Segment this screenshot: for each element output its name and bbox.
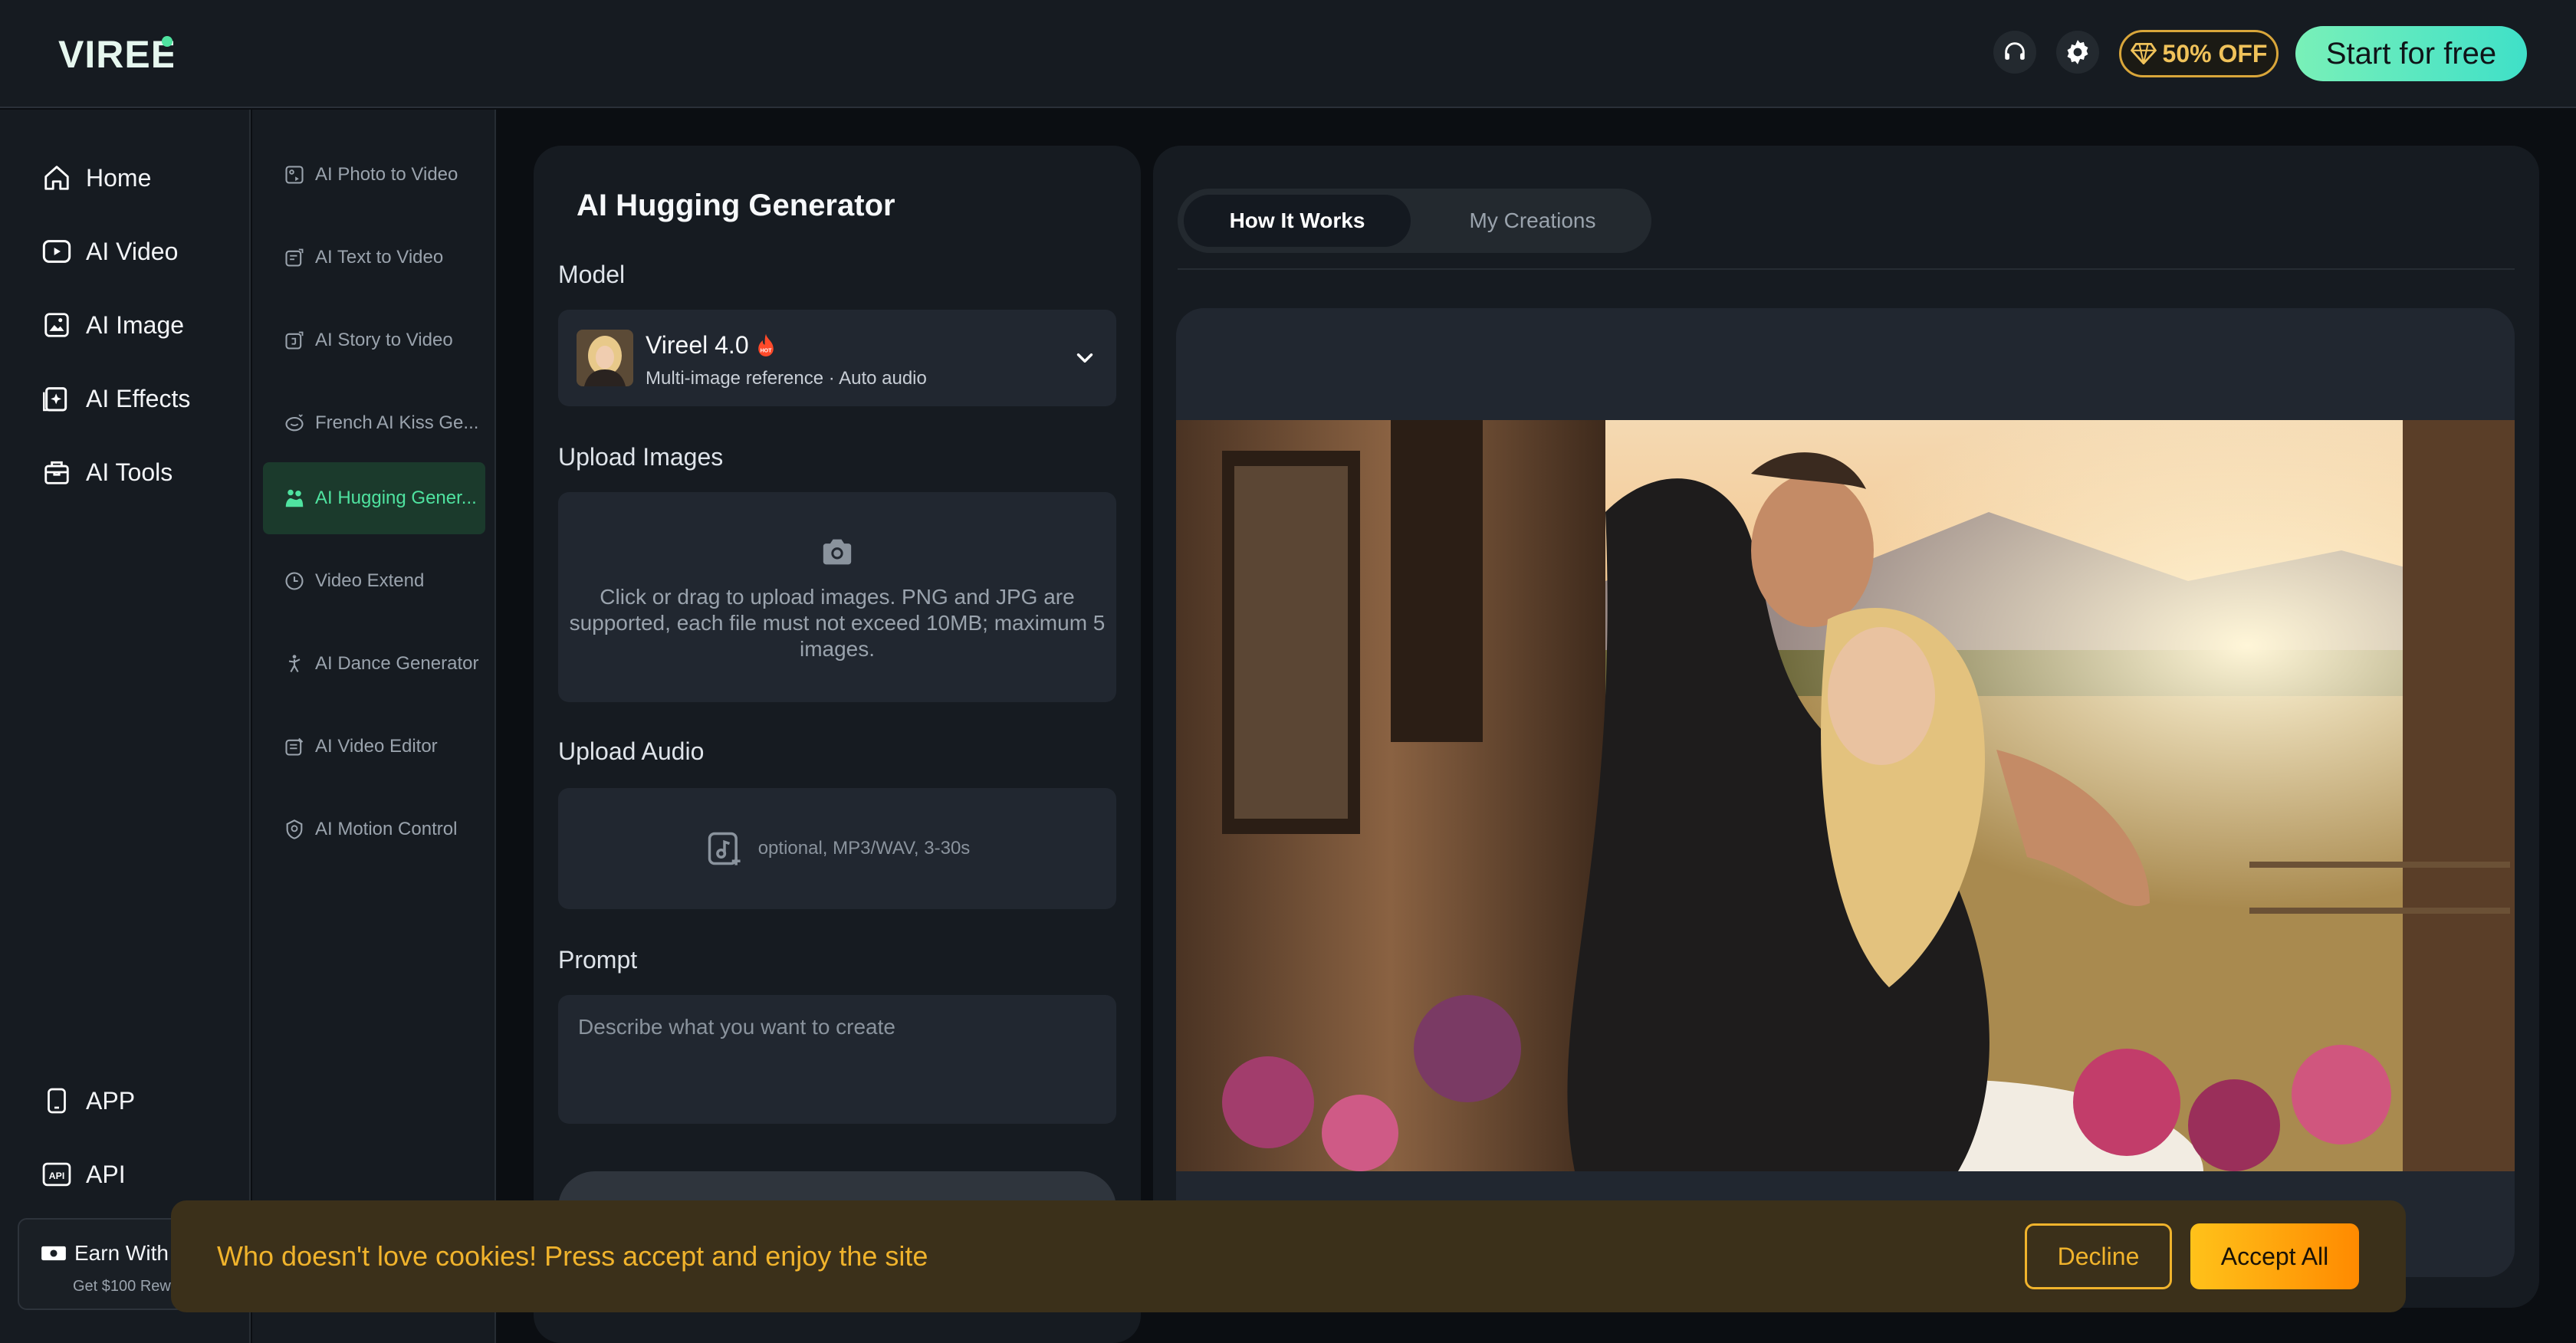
video-extend-icon <box>283 570 306 593</box>
hot-badge-text: HOT <box>760 348 772 353</box>
settings-button[interactable] <box>2056 31 2099 74</box>
image-icon <box>40 308 74 342</box>
subnav-french-ai-kiss-generator[interactable]: French AI Kiss Ge... <box>263 387 485 459</box>
example-stage <box>1176 308 2515 1277</box>
prompt-label: Prompt <box>558 946 638 974</box>
primary-sidebar: Home AI Video AI Image AI Effects AI Too… <box>0 110 251 1343</box>
svg-text:API: API <box>49 1171 65 1181</box>
nav-label-ai-image: AI Image <box>86 310 185 339</box>
start-for-free-button[interactable]: Start for free <box>2295 26 2527 81</box>
model-description: Multi-image reference · Auto audio <box>646 368 927 389</box>
earn-title-row: Earn With <box>41 1241 169 1266</box>
nav-label-ai-video: AI Video <box>86 237 179 265</box>
subnav-label: AI Dance Generator <box>315 653 479 674</box>
cookie-message: Who doesn't love cookies! Press accept a… <box>217 1240 928 1272</box>
kiss-icon <box>283 412 306 435</box>
subnav-ai-story-to-video[interactable]: AI Story to Video <box>263 304 485 376</box>
offer-label: 50% OFF <box>2162 39 2268 67</box>
effects-icon <box>40 382 74 415</box>
subnav-label: Video Extend <box>315 570 425 591</box>
nav-item-ai-image[interactable]: AI Image <box>40 304 184 346</box>
nav-label-api: API <box>86 1160 126 1188</box>
vireel-logo[interactable]: VIREEL <box>58 31 173 77</box>
support-headset-button[interactable] <box>1993 31 2036 74</box>
upload-audio-dropzone[interactable]: optional, MP3/WAV, 3-30s <box>558 788 1116 909</box>
camera-icon <box>823 539 852 565</box>
model-select[interactable]: Vireel 4.0 HOT Multi-image reference · A… <box>558 310 1116 406</box>
subnav-label: AI Video Editor <box>315 736 438 757</box>
cash-icon <box>41 1246 66 1261</box>
nav-item-ai-tools[interactable]: AI Tools <box>40 451 172 493</box>
upload-images-dropzone[interactable]: Click or drag to upload images. PNG and … <box>558 492 1116 702</box>
model-label: Model <box>558 261 626 288</box>
upload-audio-label: Upload Audio <box>558 737 705 765</box>
generator-panel: AI Hugging Generator Model Vireel 4.0 HO… <box>534 146 1141 1343</box>
story-video-icon <box>283 329 306 352</box>
accept-cookies-button[interactable]: Accept All <box>2190 1223 2359 1289</box>
text-video-icon <box>283 246 306 269</box>
video-editor-icon <box>283 735 306 758</box>
subnav-ai-hugging-generator[interactable]: AI Hugging Gener... <box>263 462 485 534</box>
nav-label-app: APP <box>86 1086 136 1115</box>
model-thumbnail <box>577 330 633 386</box>
hugging-icon <box>283 487 306 510</box>
motion-control-icon <box>283 818 306 841</box>
subnav-ai-dance-generator[interactable]: AI Dance Generator <box>263 628 485 700</box>
phone-icon <box>40 1084 74 1118</box>
chevron-down-icon <box>1076 353 1093 363</box>
earn-with-us-card[interactable]: Earn With Get $100 Rew <box>18 1218 194 1310</box>
settings-icon <box>2067 40 2088 64</box>
upload-images-hint: Click or drag to upload images. PNG and … <box>569 585 1106 661</box>
home-icon <box>40 161 74 195</box>
hot-flame-icon: HOT <box>757 333 774 356</box>
nav-item-api[interactable]: API API <box>40 1154 126 1195</box>
nav-item-home[interactable]: Home <box>40 157 151 199</box>
top-header: VIREEL 50% OFF Start for free <box>0 0 2576 108</box>
subnav-label: AI Story to Video <box>315 330 453 350</box>
tabs-divider <box>1178 268 2515 270</box>
upload-images-label: Upload Images <box>558 443 724 471</box>
subnav-ai-video-editor[interactable]: AI Video Editor <box>263 711 485 783</box>
preview-tabs: How It Works My Creations <box>1178 189 1651 253</box>
model-name: Vireel 4.0 <box>646 331 749 359</box>
toolbox-icon <box>40 455 74 489</box>
nav-item-app[interactable]: APP <box>40 1080 135 1121</box>
nav-label-home: Home <box>86 163 152 192</box>
subnav-label: AI Text to Video <box>315 247 444 268</box>
subnav-ai-text-to-video[interactable]: AI Text to Video <box>263 222 485 294</box>
photo-video-icon <box>283 163 306 186</box>
subnav-label: AI Hugging Gener... <box>315 488 477 508</box>
nav-label-ai-effects: AI Effects <box>86 384 191 412</box>
nav-item-ai-video[interactable]: AI Video <box>40 231 178 272</box>
music-file-icon <box>708 832 741 865</box>
headset-icon <box>2005 42 2025 60</box>
tab-how-it-works[interactable]: How It Works <box>1184 195 1411 247</box>
subnav-label: AI Photo to Video <box>315 164 458 185</box>
tab-my-creations[interactable]: My Creations <box>1421 195 1644 247</box>
earn-subtitle: Get $100 Rew <box>73 1278 171 1295</box>
video-play-icon <box>40 235 74 268</box>
subnav-label: AI Motion Control <box>315 819 458 839</box>
nav-label-ai-tools: AI Tools <box>86 458 173 486</box>
tools-sidebar: AI Photo to Video AI Text to Video AI St… <box>252 110 496 1343</box>
subnav-video-extend[interactable]: Video Extend <box>263 545 485 617</box>
earn-title: Earn With <box>74 1241 169 1265</box>
decline-cookies-button[interactable]: Decline <box>2025 1223 2172 1289</box>
preview-panel: How It Works My Creations <box>1153 146 2539 1308</box>
nav-item-ai-effects[interactable]: AI Effects <box>40 378 190 419</box>
diamond-icon <box>2130 43 2157 64</box>
subnav-ai-motion-control[interactable]: AI Motion Control <box>263 793 485 865</box>
subnav-label: French AI Kiss Ge... <box>315 412 479 433</box>
dance-icon <box>283 652 306 675</box>
cookie-banner: Who doesn't love cookies! Press accept a… <box>171 1200 2406 1312</box>
model-name-row: Vireel 4.0 HOT <box>646 331 777 360</box>
prompt-input[interactable] <box>558 995 1116 1124</box>
upload-audio-hint: optional, MP3/WAV, 3-30s <box>757 838 971 859</box>
svg-text:VIREEL: VIREEL <box>58 33 173 76</box>
subnav-ai-photo-to-video[interactable]: AI Photo to Video <box>263 139 485 211</box>
api-icon: API <box>40 1157 74 1191</box>
discount-offer-button[interactable]: 50% OFF <box>2119 30 2279 77</box>
page-title: AI Hugging Generator <box>577 189 895 222</box>
hugging-example-image <box>1176 420 2515 1171</box>
